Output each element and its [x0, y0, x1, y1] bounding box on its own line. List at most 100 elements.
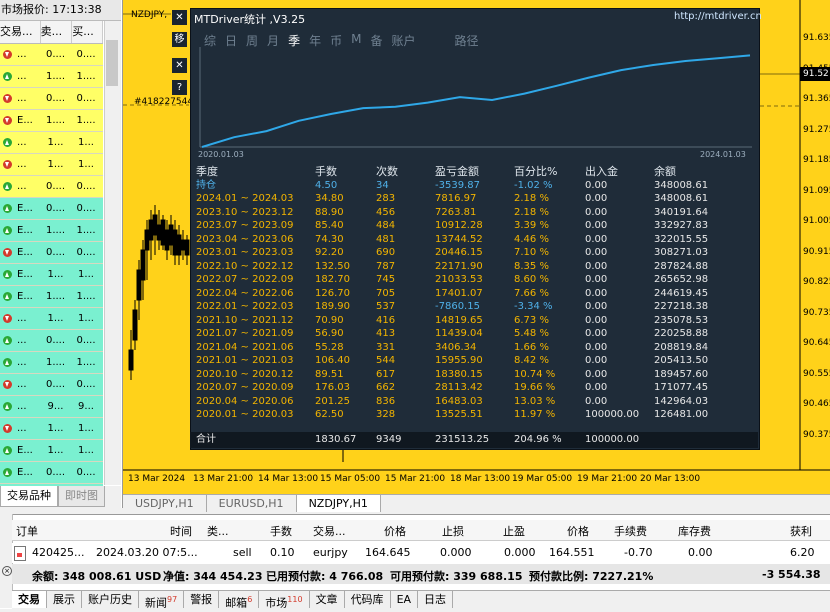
cell: 1.66 %	[514, 341, 549, 353]
move-button[interactable]: 移	[172, 32, 187, 47]
tab-terminal-6[interactable]: 市场110	[259, 591, 310, 610]
tab-terminal-3[interactable]: 新闻97	[139, 591, 185, 610]
list-item[interactable]: ... 1... 1...	[0, 308, 103, 330]
close-icon[interactable]: ✕	[172, 10, 187, 25]
cell: 2021.04 ~ 2021.06	[196, 341, 294, 353]
ask-price: 0....	[76, 467, 96, 478]
order-cell: 164.645	[365, 546, 411, 559]
column-header[interactable]: 订单	[16, 523, 38, 539]
tab-terminal-0[interactable]: 交易	[12, 591, 47, 608]
cell: 18380.15	[435, 368, 483, 380]
scrollbar-thumb[interactable]	[106, 40, 118, 86]
column-ask[interactable]: 买...	[72, 21, 103, 43]
symbol-name: E...	[17, 291, 33, 302]
list-item[interactable]: ... 1... 1...	[0, 418, 103, 440]
order-cell: 0.000	[504, 546, 536, 559]
list-item[interactable]: E... 0.... 0....	[0, 462, 103, 484]
column-header[interactable]: 时间	[170, 523, 192, 539]
list-item[interactable]: ... 0.... 0....	[0, 176, 103, 198]
cell: 5.48 %	[514, 328, 549, 339]
tab-terminal-9[interactable]: EA	[391, 591, 419, 608]
list-item[interactable]: ... 9... 9...	[0, 396, 103, 418]
tab-terminal-2[interactable]: 账户历史	[82, 591, 139, 608]
column-header[interactable]: 交易...	[313, 523, 346, 539]
cell: 7263.81	[435, 206, 477, 218]
symbol-cell: E...	[0, 462, 40, 483]
column-header[interactable]: 手续费	[614, 523, 647, 539]
column-header[interactable]: 类...	[207, 523, 229, 539]
market-watch-scrollbar[interactable]	[104, 21, 121, 485]
cell: -1.02 %	[514, 179, 553, 191]
candle-body	[172, 229, 178, 256]
list-item[interactable]: ... 1... 1...	[0, 154, 103, 176]
tab-terminal-5[interactable]: 邮箱6	[219, 591, 260, 610]
tab-terminal-8[interactable]: 代码库	[345, 591, 391, 608]
column-bid[interactable]: 卖...	[41, 21, 73, 43]
cell: 176.03	[315, 382, 350, 393]
column-header[interactable]: 价格	[567, 523, 589, 539]
list-item[interactable]: E... 1... 1...	[0, 264, 103, 286]
column-header[interactable]: 库存费	[678, 523, 711, 539]
table-row: 2021.04 ~ 2021.06 55.28 331 3406.34 1.66 % 0.…	[196, 341, 756, 355]
cell: 14819.65	[435, 314, 483, 326]
close-icon[interactable]: ×	[2, 566, 12, 576]
list-item[interactable]: E... 1.... 1....	[0, 220, 103, 242]
list-item[interactable]: ... 1.... 1....	[0, 352, 103, 374]
tab-terminal-4[interactable]: 警报	[184, 591, 220, 608]
symbol-cell: ...	[0, 308, 40, 329]
candle-body	[152, 214, 158, 236]
list-item[interactable]: ... 0.... 0....	[0, 88, 103, 110]
list-item[interactable]: ... 0.... 0....	[0, 44, 103, 66]
cell: 10.74 %	[514, 368, 556, 380]
list-item[interactable]: ... 1.... 1....	[0, 66, 103, 88]
time-scale-label: 18 Mar 13:00	[450, 474, 511, 484]
tab-symbols[interactable]: 交易品种	[0, 486, 58, 507]
cell: 0.00	[585, 314, 608, 326]
cell: 205413.50	[654, 355, 709, 366]
balance-value: -3 554.38	[762, 568, 821, 581]
list-item[interactable]: E... 1.... 1....	[0, 110, 103, 132]
candle-body	[184, 239, 190, 256]
panel-url-link[interactable]: http://mtdriver.cn	[674, 11, 762, 22]
symbol-name: ...	[17, 423, 27, 434]
column-symbol[interactable]: 交易...	[0, 21, 41, 43]
tab-chart-eurusd[interactable]: EURUSD,H1	[207, 495, 297, 512]
symbol-cell: ...	[0, 374, 40, 395]
list-item[interactable]: E... 0.... 0....	[0, 198, 103, 220]
list-item[interactable]: ... 0.... 0....	[0, 374, 103, 396]
tab-terminal-7[interactable]: 文章	[310, 591, 345, 608]
tab-tick-chart[interactable]: 即时图	[58, 486, 105, 507]
list-item[interactable]: E... 1... 1...	[0, 440, 103, 462]
symbol-name: ...	[17, 357, 27, 368]
column-header[interactable]: 获利	[790, 523, 812, 539]
cell: 8.42 %	[514, 355, 549, 366]
bid-price: 0....	[45, 49, 66, 60]
list-item[interactable]: ... 1... 1...	[0, 132, 103, 154]
close-icon[interactable]: ✕	[172, 58, 187, 73]
column-header[interactable]: 止盈	[503, 523, 525, 539]
cell: 0.00	[585, 179, 608, 191]
list-item[interactable]: ... 0.... 0....	[0, 330, 103, 352]
help-icon[interactable]: ?	[172, 80, 187, 95]
bid-price: 0....	[45, 203, 66, 214]
column-header[interactable]: 手数	[270, 523, 292, 539]
tab-terminal-10[interactable]: 日志	[418, 591, 454, 608]
cell: 2.18 %	[514, 206, 549, 218]
tab-chart-usdjpy[interactable]: USDJPY,H1	[123, 495, 207, 512]
list-item[interactable]: E... 1.... 1....	[0, 286, 103, 308]
column-header[interactable]: 价格	[384, 523, 406, 539]
list-item[interactable]: E... 0.... 0....	[0, 242, 103, 264]
tab-terminal-1[interactable]: 展示	[47, 591, 82, 608]
table-row: 2023.07 ~ 2023.09 85.40 484 10912.28 3.39 % 0…	[196, 219, 756, 233]
column-header[interactable]: 止损	[442, 523, 464, 539]
tab-chart-nzdjpy[interactable]: NZDJPY,H1	[296, 495, 381, 512]
cell: 836	[376, 395, 396, 407]
table-row: 2023.10 ~ 2023.12 88.90 456 7263.81 2.18 % 0.…	[196, 206, 756, 220]
bid-price: 1....	[45, 225, 66, 236]
cell: 208819.84	[654, 341, 709, 353]
time-scale-label: 15 Mar 21:00	[385, 474, 446, 484]
arrow-down-icon	[3, 94, 12, 103]
symbol-cell: ...	[0, 418, 40, 439]
cell: 287824.88	[654, 260, 709, 272]
candle-body	[180, 239, 186, 251]
